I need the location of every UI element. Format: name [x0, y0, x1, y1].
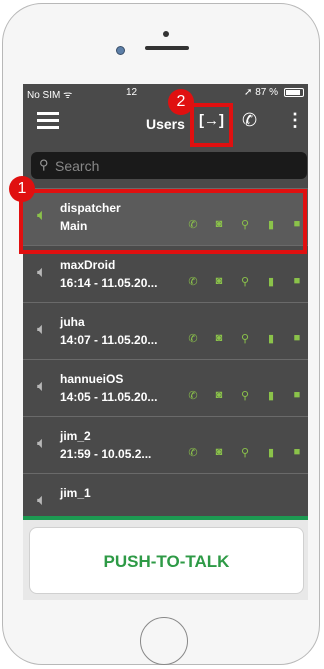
video-icon: ■: [293, 446, 301, 458]
battery-percent: ➚ 87 %: [244, 87, 278, 98]
video-icon: ■: [293, 275, 301, 287]
user-name: jim_1: [60, 486, 91, 500]
location-icon: ⚲: [240, 390, 250, 402]
search-input[interactable]: ⚲ Search: [31, 152, 307, 179]
highlight-dispatcher-row: [19, 189, 307, 254]
mic-icon: ▮: [267, 333, 275, 345]
user-status: 21:59 - 10.05.2...: [60, 447, 152, 461]
home-button[interactable]: [140, 617, 188, 665]
list-item[interactable]: 🔈︎ jim_2 21:59 - 10.05.2... ✆ ◙ ⚲ ▮ ■: [23, 416, 308, 473]
annotation-badge-2: 2: [168, 89, 194, 115]
capability-icons: ✆ ◙ ⚲ ▮ ■: [186, 389, 304, 402]
user-status: 14:07 - 11.05.20...: [60, 333, 158, 347]
user-status: 14:05 - 11.05.20...: [60, 390, 158, 404]
phone-icon[interactable]: ✆: [242, 110, 257, 131]
list-item[interactable]: 🔈︎ hannueiOS 14:05 - 11.05.20... ✆ ◙ ⚲ ▮…: [23, 359, 308, 416]
page-title: Users: [146, 116, 185, 132]
front-camera: [116, 46, 125, 55]
more-icon[interactable]: ⋮: [286, 110, 304, 131]
carrier-label: No SIM ᯤ: [27, 90, 73, 101]
phone-icon: ✆: [188, 333, 198, 345]
list-item[interactable]: 🔈︎ juha 14:07 - 11.05.20... ✆ ◙ ⚲ ▮ ■: [23, 302, 308, 359]
location-icon: ⚲: [240, 276, 250, 288]
camera-icon: ◙: [215, 275, 223, 287]
speaker-icon: 🔈︎: [37, 435, 47, 452]
capability-icons: ✆ ◙ ⚲ ▮ ■: [186, 332, 304, 345]
phone-icon: ✆: [188, 390, 198, 402]
user-name: maxDroid: [60, 258, 116, 272]
camera-icon: ◙: [215, 389, 223, 401]
location-icon: ⚲: [240, 447, 250, 459]
mic-icon: ▮: [267, 390, 275, 402]
user-name: juha: [60, 315, 85, 329]
capability-icons: ✆ ◙ ⚲ ▮ ■: [186, 275, 304, 288]
speaker-icon: 🔈︎: [37, 492, 47, 509]
earpiece-speaker: [145, 46, 189, 50]
search-icon: ⚲: [39, 157, 49, 172]
phone-icon: ✆: [188, 276, 198, 288]
speaker-icon: 🔈︎: [37, 264, 47, 281]
mic-icon: ▮: [267, 447, 275, 459]
push-to-talk-button[interactable]: PUSH-TO-TALK: [29, 527, 304, 594]
video-icon: ■: [293, 332, 301, 344]
navbar: Users [→] ✆ ⋮: [23, 102, 308, 142]
user-name: hannueiOS: [60, 372, 124, 386]
speaker-icon: 🔈︎: [37, 321, 47, 338]
sensor-dot: [163, 31, 169, 37]
user-status: 16:14 - 11.05.20...: [60, 276, 158, 290]
status-bar: No SIM ᯤ 12 ➚ 87 %: [23, 84, 308, 102]
speaker-icon: 🔈︎: [37, 378, 47, 395]
video-icon: ■: [293, 389, 301, 401]
camera-icon: ◙: [215, 446, 223, 458]
battery-icon: [284, 88, 304, 97]
status-time: 12: [126, 87, 138, 98]
search-placeholder: Search: [55, 158, 100, 174]
location-icon: ⚲: [240, 333, 250, 345]
hamburger-menu-icon[interactable]: [37, 112, 59, 130]
capability-icons: ✆ ◙ ⚲ ▮ ■: [186, 446, 304, 459]
app-screen: No SIM ᯤ 12 ➚ 87 % Users [→] ✆ ⋮ ⚲ Searc…: [23, 84, 308, 600]
highlight-exit-icon: [190, 103, 233, 147]
camera-icon: ◙: [215, 332, 223, 344]
user-name: jim_2: [60, 429, 91, 443]
annotation-badge-1: 1: [9, 176, 35, 202]
mic-icon: ▮: [267, 276, 275, 288]
ptt-area: PUSH-TO-TALK: [23, 520, 308, 600]
phone-icon: ✆: [188, 447, 198, 459]
